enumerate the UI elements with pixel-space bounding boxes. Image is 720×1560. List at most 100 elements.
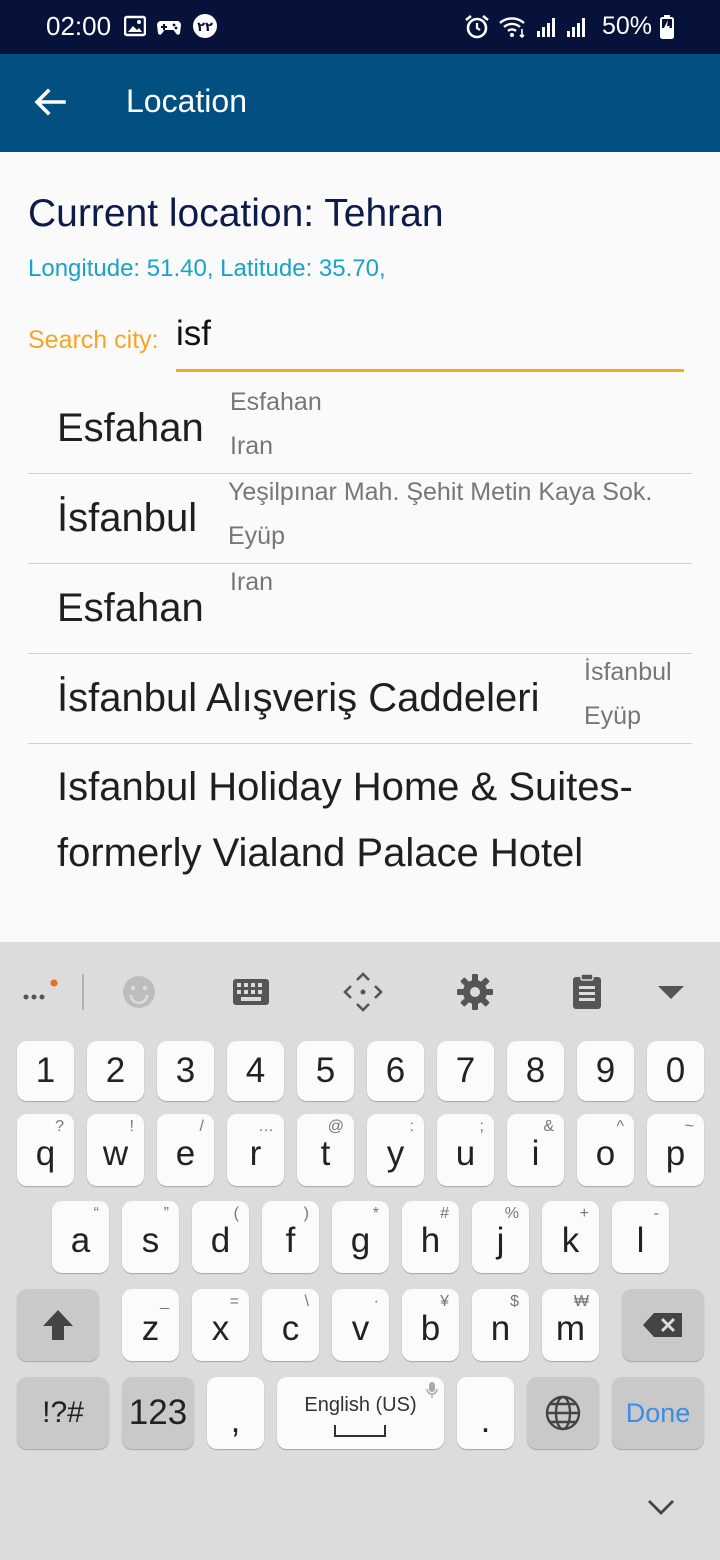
keyboard-icon[interactable] (229, 970, 273, 1014)
page-title: Location (126, 83, 247, 119)
result-detail-1: Iran (230, 568, 274, 596)
key-k[interactable]: + k (542, 1201, 599, 1273)
key-x[interactable]: = x (192, 1289, 249, 1361)
key-g[interactable]: * g (332, 1201, 389, 1273)
move-icon[interactable] (341, 970, 385, 1014)
hide-keyboard-chevron-icon[interactable] (646, 1498, 676, 1521)
wifi-icon (499, 16, 525, 38)
numbers-key[interactable]: 123 (122, 1377, 194, 1449)
key-d[interactable]: (d (192, 1201, 249, 1273)
alarm-icon (465, 14, 489, 38)
shift-icon (43, 1310, 73, 1340)
search-city-label: Search city: (28, 326, 159, 354)
status-icons-left: ۲۲ (124, 13, 218, 39)
result-detail-2: Iran (230, 432, 274, 460)
game-controller-icon (157, 21, 181, 35)
toolbar-divider (82, 974, 84, 1010)
key-2[interactable]: 2 (87, 1041, 144, 1101)
key-4[interactable]: 4 (227, 1041, 284, 1101)
key-1[interactable]: 1 (17, 1041, 74, 1101)
result-item[interactable]: Esfahan Iran (28, 564, 692, 654)
key-f[interactable]: ) f (262, 1201, 319, 1273)
emoji-icon[interactable] (117, 970, 161, 1014)
language-key[interactable] (527, 1377, 599, 1449)
signal-icon (566, 17, 585, 37)
key-p[interactable]: ~ p (647, 1114, 704, 1186)
key-z[interactable]: _ z (122, 1289, 179, 1361)
result-item[interactable]: Isfanbul Holiday Home & Suites-formerly … (28, 744, 692, 942)
key-y[interactable]: :y (367, 1114, 424, 1186)
back-button[interactable] (26, 78, 74, 126)
result-detail-1: Esfahan (230, 388, 322, 416)
key-h[interactable]: # h (402, 1201, 459, 1273)
key-3[interactable]: 3 (157, 1041, 214, 1101)
backspace-key[interactable] (622, 1289, 704, 1361)
result-detail-2: Eyüp (584, 702, 641, 730)
result-name: İsfanbul Alışveriş Caddeleri (57, 676, 540, 720)
backspace-icon (643, 1313, 682, 1337)
app-bar: Location (0, 54, 720, 152)
result-detail-1: Yeşilpınar Mah. Şehit Metin Kaya Sok. (228, 478, 653, 506)
key-s[interactable]: ” s (122, 1201, 179, 1273)
key-b[interactable]: ¥ b (402, 1289, 459, 1361)
space-key[interactable]: English (US) (277, 1377, 444, 1449)
key-r[interactable]: … r (227, 1114, 284, 1186)
key-i[interactable]: & i (507, 1114, 564, 1186)
key-u[interactable]: ; u (437, 1114, 494, 1186)
image-icon (124, 15, 146, 37)
soft-keyboard: 1 2 3 4 5 6 7 8 9 0 ? q ! w / e … r @ t :y ; u… (0, 942, 720, 1560)
comma-key[interactable]: , (207, 1377, 264, 1449)
result-name: İsfanbul (57, 496, 198, 540)
key-t[interactable]: @ t (297, 1114, 354, 1186)
key-0[interactable]: 0 (647, 1041, 704, 1101)
location-content: Current location: Tehran Longitude: 51.4… (0, 152, 720, 942)
result-name: Esfahan (57, 586, 204, 630)
status-time: 02:00 (46, 11, 112, 41)
arrow-left-icon (34, 88, 66, 116)
key-e[interactable]: / e (157, 1114, 214, 1186)
microphone-icon (426, 1382, 438, 1398)
shift-key[interactable] (17, 1289, 99, 1361)
key-q[interactable]: ? q (17, 1114, 74, 1186)
svg-text:۲۲: ۲۲ (197, 20, 213, 35)
result-detail-2: Eyüp (228, 522, 285, 550)
key-5[interactable]: 5 (297, 1041, 354, 1101)
key-m[interactable]: ₩ m (542, 1289, 599, 1361)
language-label: English (US) (304, 1393, 417, 1416)
coordinates-text: Longitude: 51.40, Latitude: 35.70, (28, 255, 386, 282)
key-v[interactable]: · v (332, 1289, 389, 1361)
keyboard-toolbar (0, 942, 720, 1038)
result-name: Isfanbul Holiday Home & Suites-formerly … (57, 765, 633, 875)
status-bar: 02:00 ۲۲ 50% (0, 0, 720, 54)
symbols-key[interactable]: !?# (17, 1377, 109, 1449)
results-list: Esfahan Esfahan Iran İsfanbul Yeşilpınar… (28, 384, 692, 942)
key-o[interactable]: ^ o (577, 1114, 634, 1186)
battery-charging-icon (660, 14, 674, 39)
clipboard-icon[interactable] (565, 970, 609, 1014)
settings-icon[interactable] (453, 970, 497, 1014)
collapse-icon[interactable] (649, 970, 693, 1014)
result-item[interactable]: Esfahan Esfahan Iran (28, 384, 692, 474)
key-7[interactable]: 7 (437, 1041, 494, 1101)
more-icon[interactable] (18, 970, 62, 1014)
search-city-input[interactable] (176, 312, 684, 372)
signal-icon (536, 17, 555, 37)
persian-22-badge-icon: ۲۲ (193, 14, 217, 38)
key-w[interactable]: ! w (87, 1114, 144, 1186)
status-icons-right: 50% (464, 12, 674, 41)
key-8[interactable]: 8 (507, 1041, 564, 1101)
space-bar-icon (334, 1425, 386, 1437)
battery-percent: 50% (601, 12, 652, 40)
key-n[interactable]: $ n (472, 1289, 529, 1361)
key-6[interactable]: 6 (367, 1041, 424, 1101)
result-item[interactable]: İsfanbul Alışveriş Caddeleri İsfanbul Ey… (28, 654, 692, 744)
key-c[interactable]: \ c (262, 1289, 319, 1361)
current-location-title: Current location: Tehran (28, 192, 444, 235)
key-j[interactable]: % j (472, 1201, 529, 1273)
key-l[interactable]: -l (612, 1201, 669, 1273)
result-item[interactable]: İsfanbul Yeşilpınar Mah. Şehit Metin Kay… (28, 474, 692, 564)
done-key[interactable]: Done (612, 1377, 704, 1449)
period-key[interactable]: . (457, 1377, 514, 1449)
key-a[interactable]: “a (52, 1201, 109, 1273)
key-9[interactable]: 9 (577, 1041, 634, 1101)
